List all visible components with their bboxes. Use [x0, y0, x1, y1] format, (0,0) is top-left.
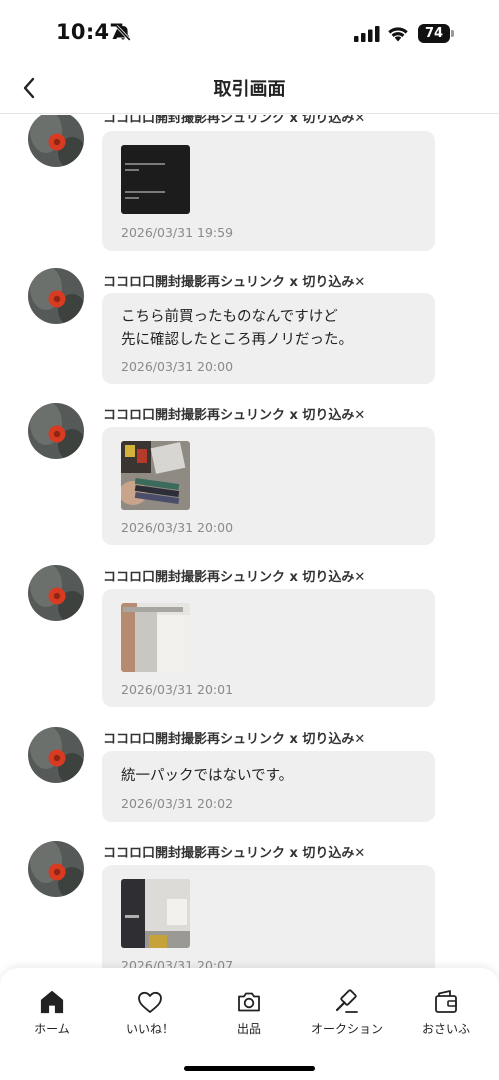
page-title: 取引画面	[213, 79, 286, 100]
camera-icon	[238, 992, 260, 1012]
thumbnail-box-photo	[121, 603, 190, 672]
message-bubble[interactable]: 2026/03/31 20:01	[102, 589, 435, 707]
message-bubble[interactable]: こちら前買ったものなんですけど 先に確認したところ再ノリだった。 2026/03…	[102, 293, 435, 384]
nav-header: 取引画面	[0, 62, 499, 114]
tab-auction[interactable]: オークション	[297, 988, 397, 1037]
sender-name: ココロ口開封撮影再シュリンク x 切り込み✕	[103, 408, 366, 423]
message-bubble[interactable]: 2026/03/31 20:00	[102, 427, 435, 545]
tab-sell[interactable]: 出品	[199, 988, 299, 1037]
bottom-tab-bar: ホーム いいね！ 出品 オークション おさいふ	[0, 968, 499, 1080]
message-item: ココロ口開封撮影再シュリンク x 切り込み✕ 2026/03/31 19:59	[0, 115, 499, 251]
message-item: ココロ口開封撮影再シュリンク x 切り込み✕ 2026/03/31 20:00	[0, 403, 499, 548]
tab-home[interactable]: ホーム	[2, 988, 102, 1037]
message-text-line: 先に確認したところ再ノリだった。	[121, 332, 353, 348]
avatar-image	[28, 727, 84, 783]
avatar[interactable]	[28, 565, 84, 621]
message-bubble[interactable]: 2026/03/31 20:07	[102, 865, 435, 970]
avatar-image	[28, 268, 84, 324]
gavel-icon	[335, 989, 358, 1013]
tab-likes[interactable]: いいね！	[100, 988, 200, 1037]
message-timestamp: 2026/03/31 20:01	[121, 682, 234, 697]
avatar[interactable]	[28, 841, 84, 897]
tab-label: いいね！	[125, 1022, 174, 1036]
message-timestamp: 2026/03/31 19:59	[121, 225, 234, 240]
home-icon	[40, 990, 64, 1014]
message-item: ココロ口開封撮影再シュリンク x 切り込み✕ 2026/03/31 20:07	[0, 841, 499, 970]
avatar-image	[28, 841, 84, 897]
tab-label: ホーム	[34, 1022, 70, 1036]
message-item: ココロ口開封撮影再シュリンク x 切り込み✕ こちら前買ったものなんですけど 先…	[0, 268, 499, 388]
message-bubble[interactable]: 統一パックではないです。 2026/03/31 20:02	[102, 751, 435, 822]
message-timestamp: 2026/03/31 20:02	[121, 796, 234, 811]
image-attachment[interactable]	[121, 879, 190, 948]
message-text-line: 統一パックではないです。	[121, 768, 294, 784]
sender-name: ココロ口開封撮影再シュリンク x 切り込み✕	[103, 115, 366, 126]
avatar[interactable]	[28, 727, 84, 783]
message-list[interactable]: ココロ口開封撮影再シュリンク x 切り込み✕ 2026/03/31 19:59 …	[0, 115, 499, 970]
message-bubble[interactable]: 2026/03/31 19:59	[102, 131, 435, 251]
thumbnail-cards-photo	[121, 441, 190, 510]
status-bar: 10:47 74	[0, 0, 499, 62]
thumbnail-screenshot	[121, 145, 190, 214]
message-item: ココロ口開封撮影再シュリンク x 切り込み✕ 2026/03/31 20:01	[0, 565, 499, 710]
tab-label: おさいふ	[421, 1022, 470, 1036]
message-item: ココロ口開封撮影再シュリンク x 切り込み✕ 統一パックではないです。 2026…	[0, 727, 499, 827]
avatar-image	[28, 115, 84, 167]
wifi-icon	[388, 27, 408, 42]
avatar-image	[28, 565, 84, 621]
wallet-icon	[435, 990, 457, 1013]
tab-label: オークション	[310, 1022, 383, 1036]
message-timestamp: 2026/03/31 20:00	[121, 520, 234, 535]
image-attachment[interactable]	[121, 441, 190, 510]
home-indicator	[184, 1066, 315, 1071]
bell-off-icon	[115, 24, 131, 42]
message-text-line: こちら前買ったものなんですけど	[121, 309, 338, 325]
sender-name: ココロ口開封撮影再シュリンク x 切り込み✕	[103, 275, 366, 290]
avatar-image	[28, 403, 84, 459]
thumbnail-package-photo	[121, 879, 190, 948]
avatar[interactable]	[28, 403, 84, 459]
avatar[interactable]	[28, 115, 84, 167]
battery-tip	[451, 30, 454, 37]
battery-level: 74	[418, 24, 450, 43]
tab-label: 出品	[236, 1022, 261, 1036]
image-attachment[interactable]	[121, 603, 190, 672]
sender-name: ココロ口開封撮影再シュリンク x 切り込み✕	[103, 570, 366, 585]
cellular-signal-icon	[354, 26, 380, 42]
avatar[interactable]	[28, 268, 84, 324]
tab-wallet[interactable]: おさいふ	[396, 988, 496, 1037]
sender-name: ココロ口開封撮影再シュリンク x 切り込み✕	[103, 732, 366, 747]
image-attachment[interactable]	[121, 145, 190, 214]
battery-indicator: 74	[418, 24, 454, 43]
message-timestamp: 2026/03/31 20:00	[121, 359, 234, 374]
heart-icon	[138, 991, 162, 1013]
sender-name: ココロ口開封撮影再シュリンク x 切り込み✕	[103, 846, 366, 861]
